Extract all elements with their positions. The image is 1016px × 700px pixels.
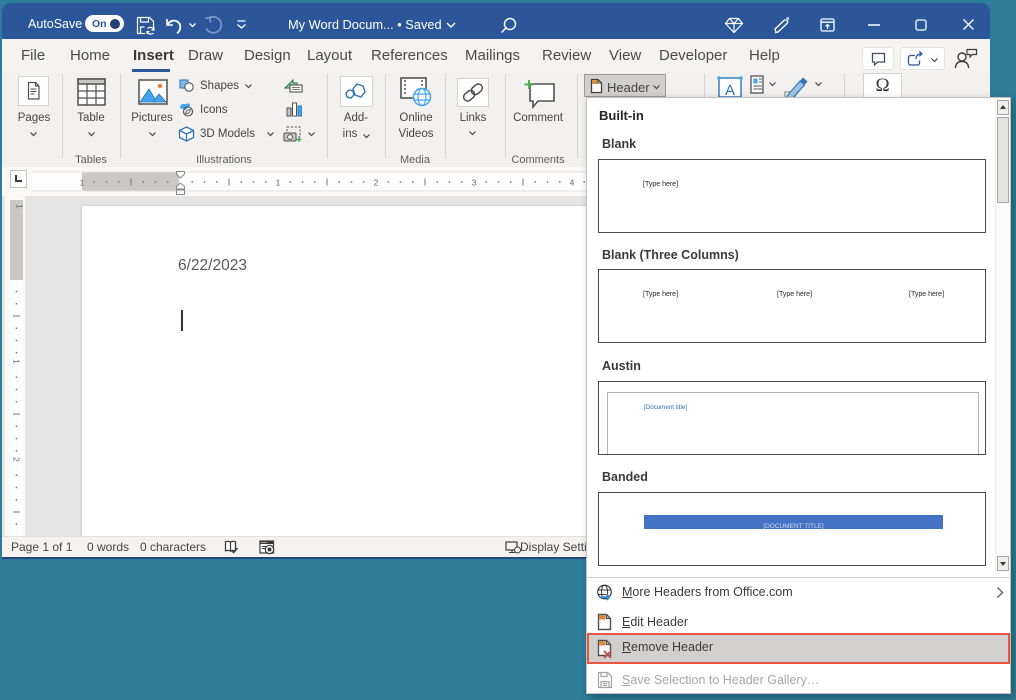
svg-text:2: 2	[12, 457, 22, 462]
svg-text:4: 4	[570, 178, 575, 188]
svg-text:1: 1	[276, 178, 281, 188]
svg-text:1: 1	[12, 359, 22, 364]
svg-text:2: 2	[374, 178, 379, 188]
svg-text:1: 1	[80, 178, 85, 188]
svg-text:1: 1	[15, 204, 25, 209]
svg-text:3: 3	[472, 178, 477, 188]
